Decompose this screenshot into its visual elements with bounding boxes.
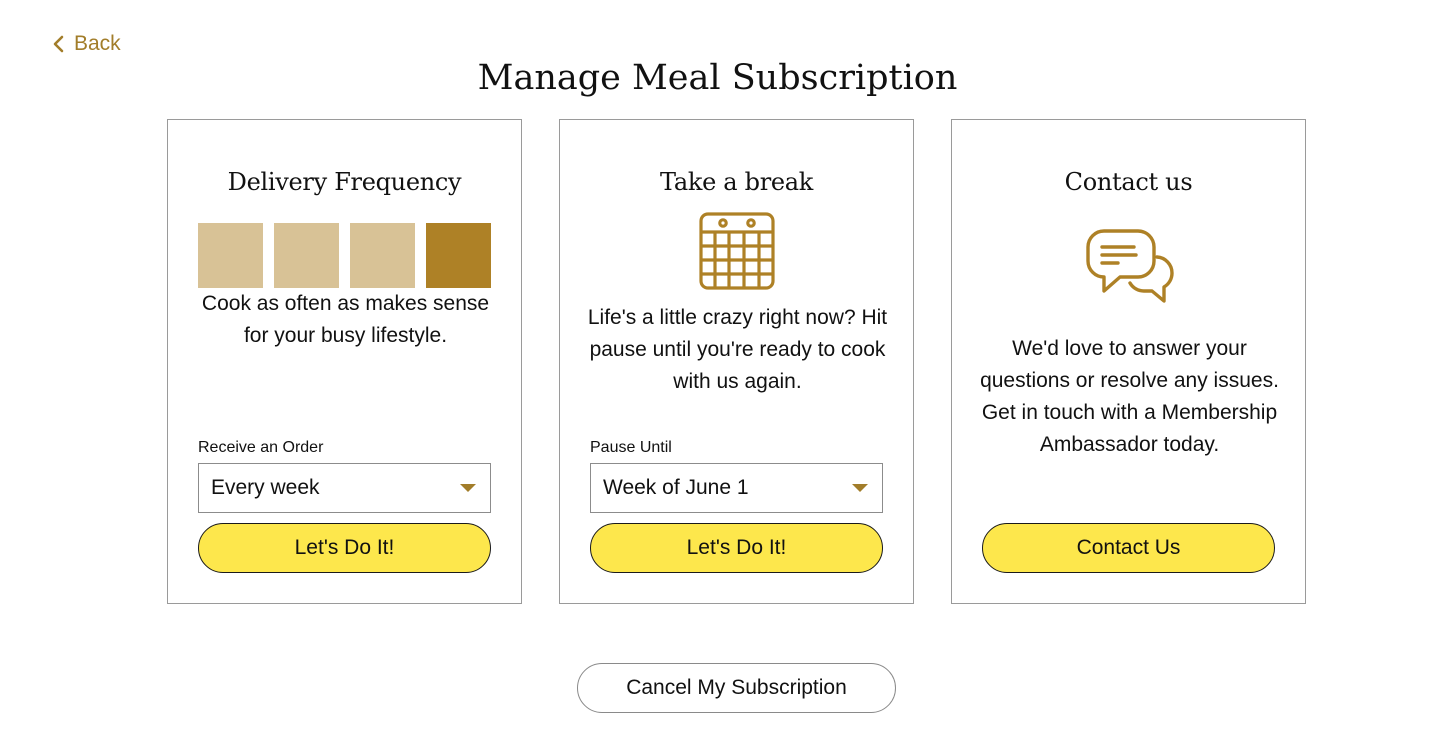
card-description: Life's a little crazy right now? Hit pau… [587, 306, 888, 393]
caret-down-icon [460, 484, 476, 492]
back-label: Back [74, 32, 121, 55]
frequency-square [274, 223, 339, 288]
page-title: Manage Meal Subscription [477, 58, 958, 98]
card-title: Take a break [659, 168, 814, 196]
cancel-subscription-button[interactable]: Cancel My Subscription [577, 663, 896, 713]
card-description: Cook as often as makes sense for your bu… [201, 292, 490, 347]
chevron-left-icon [53, 35, 64, 53]
card-description: We'd love to answer your questions or re… [980, 337, 1279, 456]
pause-until-label: Pause Until [590, 439, 672, 456]
receive-order-label: Receive an Order [198, 439, 324, 456]
frequency-square-active [426, 223, 491, 288]
frequency-indicator [198, 223, 491, 288]
pause-submit-button[interactable]: Let's Do It! [590, 523, 883, 573]
contact-us-card: Contact us We'd love to answer your ques… [951, 119, 1306, 604]
chat-bubbles-icon [1086, 229, 1174, 303]
card-title: Delivery Frequency [227, 168, 462, 196]
frequency-square [198, 223, 263, 288]
caret-down-icon [852, 484, 868, 492]
back-link[interactable]: Back [52, 32, 121, 56]
calendar-icon [699, 212, 775, 290]
pause-select-value: Week of June 1 [603, 476, 749, 499]
delivery-frequency-card: Delivery Frequency Cook as often as make… [167, 119, 522, 604]
frequency-submit-button[interactable]: Let's Do It! [198, 523, 491, 573]
pause-until-select[interactable]: Week of June 1 [590, 463, 883, 513]
frequency-select[interactable]: Every week [198, 463, 491, 513]
take-a-break-card: Take a break Life's a little crazy right… [559, 119, 914, 604]
frequency-square [350, 223, 415, 288]
contact-us-button[interactable]: Contact Us [982, 523, 1275, 573]
frequency-select-value: Every week [211, 476, 320, 499]
manage-subscription-page: Back Manage Meal Subscription Delivery F… [0, 0, 1435, 731]
card-title: Contact us [1064, 168, 1193, 196]
